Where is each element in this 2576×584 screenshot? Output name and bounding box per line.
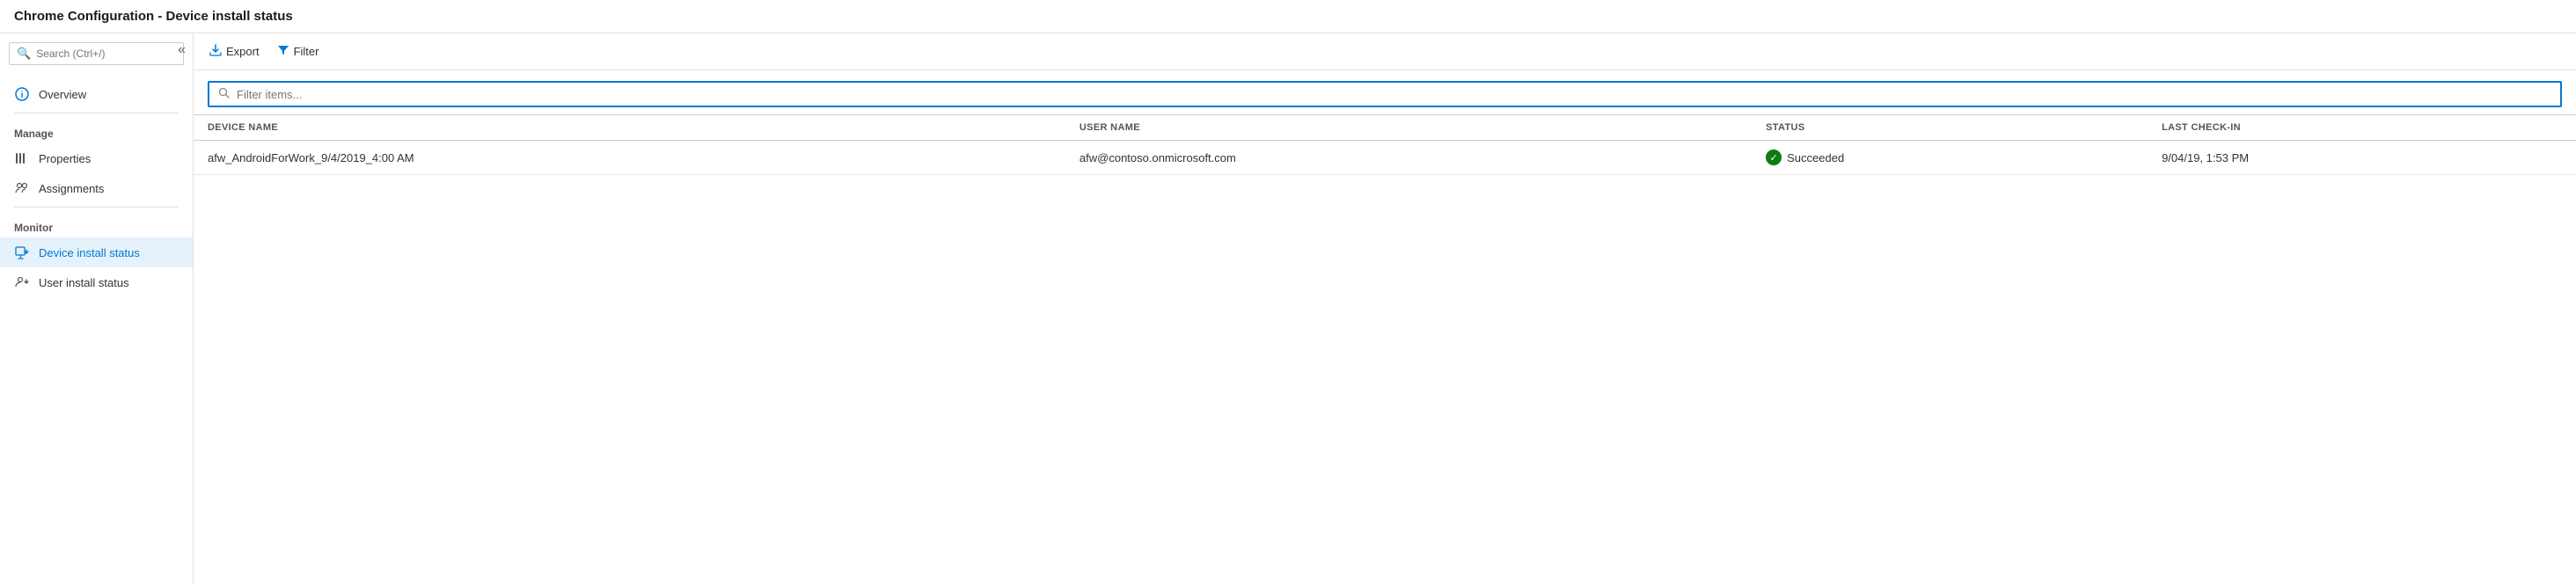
cell-user-name: afw@contoso.onmicrosoft.com [1065,141,1752,175]
info-icon: i [14,86,30,102]
sidebar-item-label-properties: Properties [39,152,91,165]
main-layout: 🔍 « i Overview Manage Properties [0,33,2576,584]
content-area: Export Filter DEVICE NAME [194,33,2576,584]
col-header-status: STATUS [1752,115,2148,141]
toolbar: Export Filter [194,33,2576,70]
assignments-icon [14,180,30,196]
cell-status: ✓ Succeeded [1752,141,2148,175]
properties-icon [14,150,30,166]
sidebar-search-input[interactable] [36,47,176,60]
sidebar-item-label-assignments: Assignments [39,182,104,195]
sidebar-search-box[interactable]: 🔍 [9,42,184,65]
sidebar-search-icon: 🔍 [17,47,31,61]
col-header-device-name: DEVICE NAME [194,115,1065,141]
status-success-icon: ✓ [1766,150,1782,165]
filter-icon [277,44,289,59]
user-install-icon [14,274,30,290]
sidebar-item-properties[interactable]: Properties [0,143,193,173]
device-install-icon [14,245,30,260]
table-row: afw_AndroidForWork_9/4/2019_4:00 AMafw@c… [194,141,2576,175]
filter-button[interactable]: Filter [275,40,321,62]
page-title: Chrome Configuration - Device install st… [14,9,293,24]
export-button[interactable]: Export [208,40,261,62]
svg-text:i: i [21,91,24,100]
sidebar-section-monitor: Monitor [0,211,193,237]
sidebar-collapse-button[interactable]: « [178,42,186,58]
sidebar-item-user-install-status[interactable]: User install status [0,267,193,297]
sidebar-item-device-install-status[interactable]: Device install status [0,237,193,267]
filter-label: Filter [294,45,319,58]
sidebar-item-label-device-install: Device install status [39,246,140,259]
sidebar: 🔍 « i Overview Manage Properties [0,33,194,584]
cell-last-check-in: 9/04/19, 1:53 PM [2148,141,2576,175]
table-header-row: DEVICE NAME USER NAME STATUS LAST CHECK-… [194,115,2576,141]
col-header-user-name: USER NAME [1065,115,1752,141]
filter-search-icon [218,87,230,101]
sidebar-item-label-user-install: User install status [39,276,129,289]
sidebar-item-overview[interactable]: i Overview [0,79,193,109]
cell-device-name: afw_AndroidForWork_9/4/2019_4:00 AM [194,141,1065,175]
sidebar-section-manage: Manage [0,117,193,143]
status-text: Succeeded [1787,151,1844,164]
filter-bar [194,70,2576,107]
export-label: Export [226,45,260,58]
sidebar-item-label-overview: Overview [39,88,86,101]
data-table: DEVICE NAME USER NAME STATUS LAST CHECK-… [194,114,2576,175]
col-header-last-check-in: LAST CHECK-IN [2148,115,2576,141]
export-icon [209,44,222,59]
filter-input[interactable] [237,88,2551,101]
filter-input-wrapper [208,81,2562,107]
title-bar: Chrome Configuration - Device install st… [0,0,2576,33]
sidebar-item-assignments[interactable]: Assignments [0,173,193,203]
sidebar-divider-monitor [14,207,179,208]
